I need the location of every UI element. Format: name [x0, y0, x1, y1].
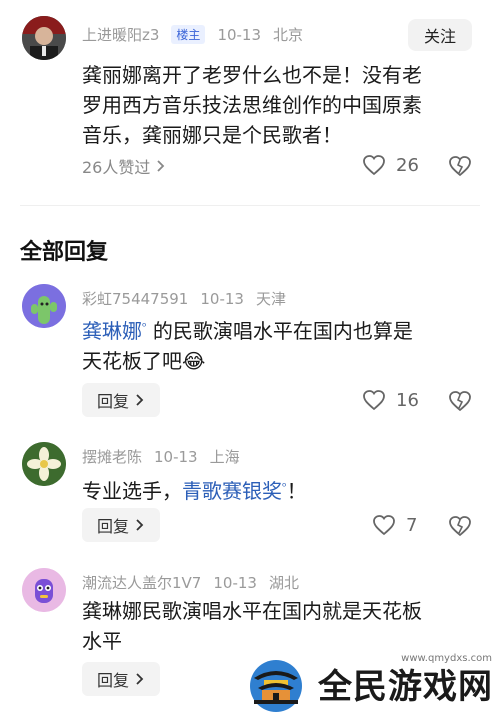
- chevron-right-icon: [157, 160, 165, 172]
- heart-icon: [363, 155, 385, 176]
- reply-2-avatar[interactable]: [22, 442, 66, 486]
- reply-3-username[interactable]: 潮流达人盖尔1V7: [82, 574, 201, 592]
- op-badge: 楼主: [171, 25, 206, 44]
- reply-3-avatar[interactable]: [22, 568, 66, 612]
- reply-2-location: 上海: [209, 448, 240, 466]
- mention-search-icon: ᵒ: [142, 320, 147, 333]
- post-username[interactable]: 上进暖阳z3: [82, 26, 159, 44]
- post-body: 龚丽娜离开了老罗什么也不是！没有老 罗用西方音乐技法思维创作的中国原素 音乐，龚…: [82, 60, 482, 150]
- reply-1-mention-link[interactable]: 龚琳娜: [82, 319, 142, 343]
- reply-2-mention-link[interactable]: 青歌赛银奖: [182, 479, 282, 503]
- reply-2-like-count: 7: [406, 514, 418, 536]
- post-text-line-1: 龚丽娜离开了老罗什么也不是！没有老: [82, 63, 422, 87]
- reply-1-username[interactable]: 彩虹75447591: [82, 290, 188, 308]
- reply-2-reply-label: 回复: [96, 517, 129, 536]
- reply-3-location: 湖北: [268, 574, 299, 592]
- broken-heart-icon[interactable]: [448, 390, 472, 412]
- laughing-emoji-icon: 😂: [182, 349, 206, 373]
- broken-heart-icon[interactable]: [448, 155, 472, 177]
- heart-icon: [373, 515, 395, 536]
- post-like-button[interactable]: 26: [362, 154, 419, 176]
- reply-3-meta: 潮流达人盖尔1V7 10-13 湖北: [82, 572, 311, 593]
- post-date: 10-13: [217, 26, 262, 44]
- post-meta: 上进暖阳z3 楼主 10-13 北京: [82, 24, 315, 45]
- reply-3-date: 10-13: [213, 574, 257, 592]
- reply-1-like-button[interactable]: 16: [362, 389, 419, 411]
- reply-3-line-1: 龚琳娜民歌演唱水平在国内就是天花板: [82, 599, 422, 623]
- follow-button[interactable]: 关注: [408, 19, 472, 51]
- chevron-right-icon: [136, 394, 144, 406]
- reply-1-avatar[interactable]: [22, 284, 66, 328]
- post-author-avatar[interactable]: [22, 16, 66, 60]
- reply-2-text-a: 专业选手，: [82, 479, 182, 503]
- reply-2-like-button[interactable]: 7: [372, 514, 417, 536]
- reply-1-body: 龚琳娜ᵒ 的民歌演唱水平在国内也算是 天花板了吧😂: [82, 312, 482, 376]
- likers-count: 26人赞过: [82, 158, 151, 177]
- reply-3-body: 龚琳娜民歌演唱水平在国内就是天花板 水平: [82, 596, 482, 656]
- site-watermark: 全民游戏网 www.qmydxs.com: [240, 651, 500, 716]
- reply-1-line-2: 天花板了吧😂: [82, 346, 482, 376]
- reply-1-date: 10-13: [200, 290, 244, 308]
- reply-1-reply-button[interactable]: 回复: [82, 383, 160, 417]
- chevron-right-icon: [136, 519, 144, 531]
- heart-icon: [363, 390, 385, 411]
- chevron-right-icon: [136, 673, 144, 685]
- watermark-text: 全民游戏网: [318, 667, 493, 707]
- reply-2-reply-button[interactable]: 回复: [82, 508, 160, 542]
- post-text-line-3: 音乐，龚丽娜只是个民歌者！: [82, 123, 342, 147]
- reply-3-reply-label: 回复: [96, 671, 129, 690]
- post-like-count: 26: [396, 154, 419, 176]
- watermark-url: www.qmydxs.com: [401, 653, 492, 664]
- reply-2-meta: 摆摊老陈 10-13 上海: [82, 446, 252, 467]
- reply-1-reply-label: 回复: [96, 392, 129, 411]
- reply-1-location: 天津: [255, 290, 286, 308]
- reply-1-meta: 彩虹75447591 10-13 天津: [82, 288, 298, 309]
- reply-1-text-a: 的民歌演唱水平在国内也算是: [152, 319, 413, 343]
- broken-heart-icon[interactable]: [448, 515, 472, 537]
- reply-1-line-1: 龚琳娜ᵒ 的民歌演唱水平在国内也算是: [82, 312, 482, 346]
- reply-2-username[interactable]: 摆摊老陈: [82, 448, 142, 466]
- likers-link[interactable]: 26人赞过: [82, 154, 166, 178]
- reply-2-date: 10-13: [154, 448, 198, 466]
- reply-1-text-b: 天花板了吧: [82, 349, 182, 373]
- post-text-line-2: 罗用西方音乐技法思维创作的中国原素: [82, 93, 422, 117]
- all-replies-heading: 全部回复: [20, 240, 109, 265]
- reply-2-text-b: ！: [286, 479, 307, 503]
- reply-2-body: 专业选手，青歌赛银奖ᵒ！: [82, 472, 482, 506]
- pagoda-logo-icon: [250, 659, 302, 712]
- reply-3-reply-button[interactable]: 回复: [82, 662, 160, 696]
- section-divider: [20, 205, 480, 206]
- reply-1-like-count: 16: [396, 389, 419, 411]
- post-location: 北京: [273, 26, 304, 44]
